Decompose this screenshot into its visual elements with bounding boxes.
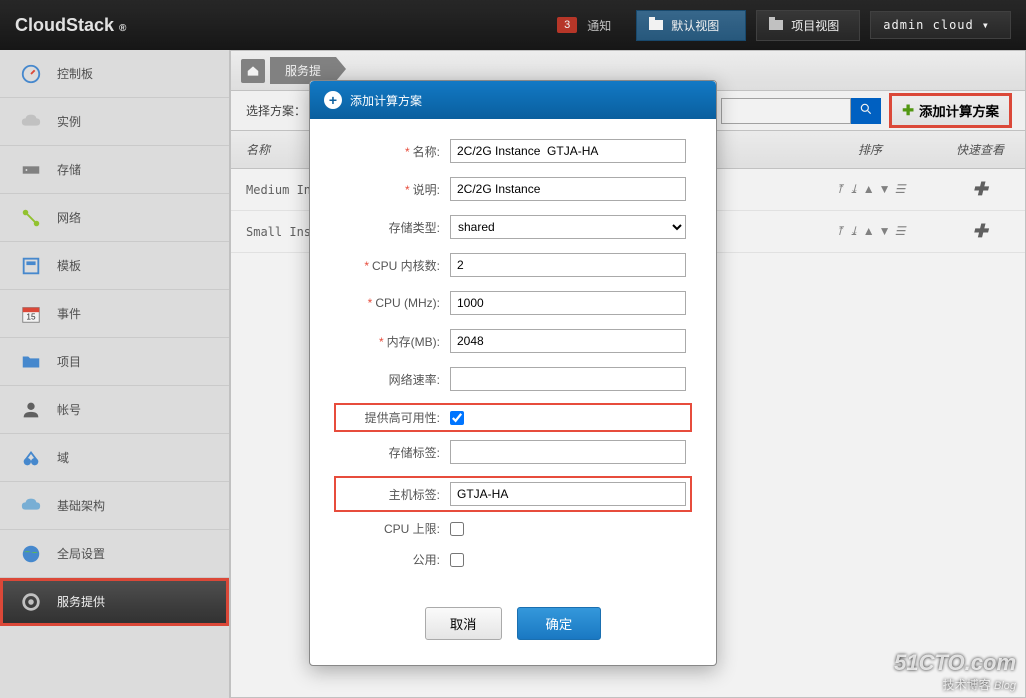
add-compute-offering-modal: + 添加计算方案 *名称: *说明: 存储类型:shared *CPU 内核数:… [309, 80, 717, 666]
modal-title: 添加计算方案 [350, 92, 422, 109]
plus-icon: + [324, 91, 342, 109]
cpu-mhz-label: *CPU (MHz): [340, 296, 450, 310]
host-tag-label: 主机标签: [340, 486, 450, 503]
modal-backdrop: + 添加计算方案 *名称: *说明: 存储类型:shared *CPU 内核数:… [0, 0, 1026, 698]
network-rate-label: 网络速率: [340, 371, 450, 388]
ha-checkbox[interactable] [450, 411, 464, 425]
storage-tag-label: 存储标签: [340, 444, 450, 461]
name-input[interactable] [450, 139, 686, 163]
host-tag-input[interactable] [450, 482, 686, 506]
watermark: 51CTO.com 技术博客 Blog [894, 650, 1016, 693]
name-label: *名称: [340, 143, 450, 160]
memory-input[interactable] [450, 329, 686, 353]
public-checkbox[interactable] [450, 553, 464, 567]
storage-type-label: 存储类型: [340, 219, 450, 236]
modal-header: + 添加计算方案 [310, 81, 716, 119]
network-rate-input[interactable] [450, 367, 686, 391]
storage-tag-input[interactable] [450, 440, 686, 464]
cpu-cap-label: CPU 上限: [340, 520, 450, 537]
cpu-cores-input[interactable] [450, 253, 686, 277]
ha-label: 提供高可用性: [340, 409, 450, 426]
ok-button[interactable]: 确定 [517, 607, 602, 640]
public-label: 公用: [340, 551, 450, 568]
memory-label: *内存(MB): [340, 333, 450, 350]
cancel-button[interactable]: 取消 [425, 607, 502, 640]
cpu-mhz-input[interactable] [450, 291, 686, 315]
cpu-cores-label: *CPU 内核数: [340, 257, 450, 274]
desc-input[interactable] [450, 177, 686, 201]
desc-label: *说明: [340, 181, 450, 198]
cpu-cap-checkbox[interactable] [450, 522, 464, 536]
storage-type-select[interactable]: shared [450, 215, 686, 239]
